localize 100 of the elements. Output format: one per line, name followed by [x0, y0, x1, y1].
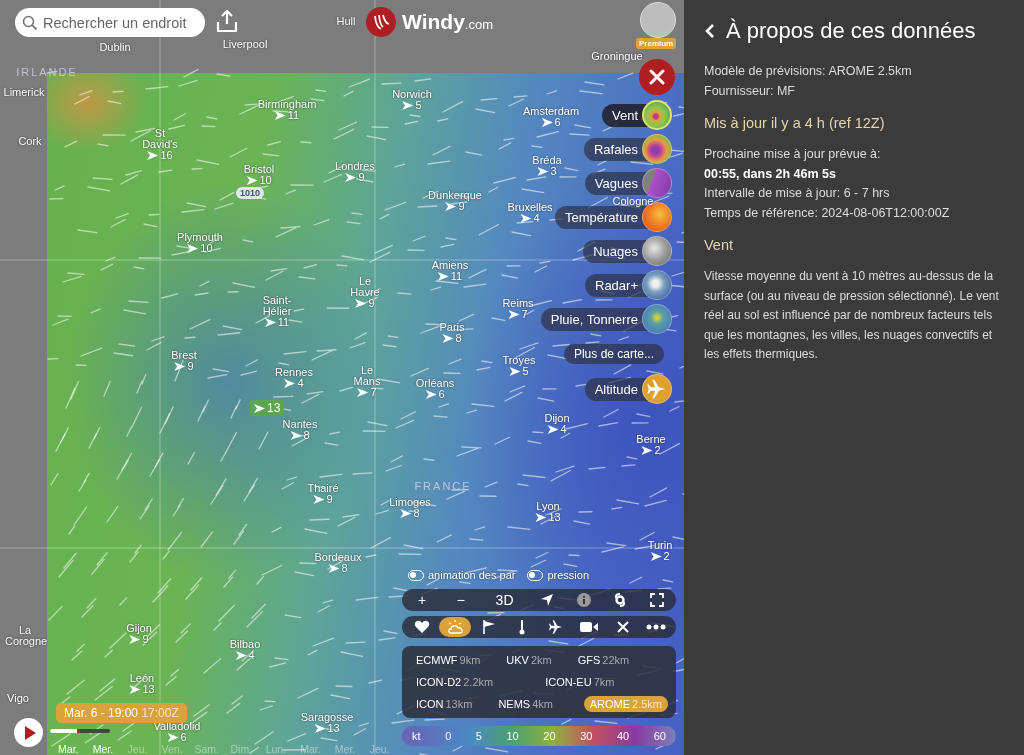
model-option[interactable]: ICON-EU 7km	[539, 674, 621, 690]
city-label: Hull	[336, 16, 356, 27]
wind-arrow-icon	[650, 552, 662, 561]
model-option[interactable]: ICON-D2 2.2km	[410, 674, 500, 690]
windy-logo-icon	[366, 7, 396, 37]
wind-arrow-icon	[541, 118, 553, 127]
city-label: Brest	[171, 350, 197, 361]
more-layers-button[interactable]: Plus de carte...	[563, 344, 664, 364]
fullscreen-icon[interactable]	[649, 593, 664, 607]
model-option[interactable]: GFS 22km	[571, 652, 636, 668]
flag-icon	[481, 619, 496, 635]
model-option[interactable]: UKV 2km	[500, 652, 558, 668]
wind-speed: 13	[548, 512, 561, 523]
wind-arrow-icon	[442, 334, 454, 343]
wind-arrow-icon	[174, 362, 186, 371]
map-control-button[interactable]: 3D	[491, 592, 518, 608]
update-heading: Mis à jour il y a 4 h (ref 12Z)	[704, 115, 886, 131]
legend-value: 5	[475, 730, 482, 742]
wind-arrow-icon	[437, 272, 449, 281]
wind-arrow-icon	[535, 513, 547, 522]
city-label: Gijon	[126, 623, 152, 634]
city-label: Norwich	[392, 89, 432, 100]
wind-speed: 9	[358, 172, 365, 183]
city-label: Amiens	[431, 260, 469, 271]
city-label: Troyes	[502, 355, 536, 366]
back-icon[interactable]	[704, 22, 716, 40]
wind-arrow-icon	[345, 173, 357, 182]
city-label: Bruxelles	[507, 202, 553, 213]
provider-info: Fournisseur: MF	[704, 82, 796, 100]
city-label: Liverpool	[222, 39, 268, 50]
info-icon[interactable]	[576, 593, 591, 607]
city-label: Orléans	[415, 378, 455, 389]
city-label: Le Havre	[350, 276, 380, 298]
city-label: Rennes	[275, 367, 313, 378]
city-label: Saragosse	[300, 712, 354, 723]
play-button[interactable]	[14, 718, 43, 747]
city-label: Vigo	[7, 693, 29, 704]
city-label: Bilbao	[229, 639, 261, 650]
map-control-button[interactable]: −	[452, 592, 469, 608]
wind-speed: 13	[327, 723, 340, 734]
wind-arrow-icon	[445, 202, 457, 211]
city-label: Turin	[647, 540, 673, 551]
thermometer-icon	[518, 619, 527, 635]
close-icon	[649, 69, 665, 85]
map-control-button[interactable]: +	[414, 592, 431, 608]
wind-arrow-icon	[357, 388, 369, 397]
location-arrow-icon[interactable]	[540, 593, 555, 607]
city-label: Birmingham	[257, 99, 317, 110]
wind-speed: 5	[522, 366, 529, 377]
next-update-time: 00:55, dans 2h 46m 5s	[704, 165, 838, 183]
avatar[interactable]	[640, 2, 676, 38]
city-label: Saint-Hélier	[261, 295, 293, 317]
model-option[interactable]: ICON 13km	[410, 696, 479, 712]
wind-speed: 4	[533, 213, 540, 224]
wind-speed: 11	[450, 271, 463, 282]
wind-speed: 7	[521, 309, 528, 320]
city-label: Berne	[636, 434, 666, 445]
wind-arrow-icon	[167, 733, 179, 742]
wind-speed: 9	[326, 494, 333, 505]
country-label: IRLANDE	[16, 66, 78, 78]
wind-speed: 8	[341, 563, 348, 574]
legend-value: 60	[653, 730, 666, 742]
city-label: La Corogne	[5, 625, 45, 647]
city-label: Thairé	[307, 483, 339, 494]
wind-speed: 7	[370, 387, 377, 398]
play-icon	[24, 725, 36, 740]
city-label: Lyon	[536, 501, 560, 512]
legend-value: 10	[506, 730, 519, 742]
city-label: Dublin	[99, 42, 131, 53]
city-label: Cologne	[612, 196, 654, 207]
city-label: Dunkerque	[428, 190, 482, 201]
city-label: Limerick	[3, 87, 45, 98]
hurricane-icon[interactable]	[613, 593, 628, 607]
search-field[interactable]: Rechercher un endroit	[15, 8, 205, 37]
search-icon	[22, 15, 38, 31]
windy-logo-text: Windy.com	[402, 10, 493, 34]
wind-speed: 3	[550, 166, 557, 177]
city-label: Plymouth	[177, 232, 223, 243]
wind-speed: 9	[458, 201, 465, 212]
wind-arrow-icon	[328, 564, 340, 573]
timeline-track[interactable]	[50, 729, 110, 733]
city-label: Amsterdam	[522, 106, 580, 117]
wind-arrow-icon	[235, 651, 247, 660]
wind-arrow-icon	[129, 685, 141, 694]
wind-arrow-icon	[508, 310, 520, 319]
wind-arrow-icon	[290, 431, 302, 440]
wind-speed: 6	[554, 117, 561, 128]
city-label: Nantes	[282, 419, 318, 430]
city-label: Limoges	[389, 497, 431, 508]
city-label: Cork	[18, 136, 42, 147]
wind-arrow-icon	[400, 509, 412, 518]
model-option[interactable]: NEMS 4km	[492, 696, 559, 712]
wind-arrow-icon	[509, 367, 521, 376]
wind-speed: 6	[438, 389, 445, 400]
wind-speed: 8	[303, 430, 310, 441]
wind-arrow-icon	[314, 724, 326, 733]
wind-arrow-icon	[246, 176, 258, 185]
section-heading: Vent	[704, 237, 735, 253]
model-option[interactable]: ECMWF 9km	[410, 652, 487, 668]
menu-button[interactable]	[439, 617, 472, 637]
